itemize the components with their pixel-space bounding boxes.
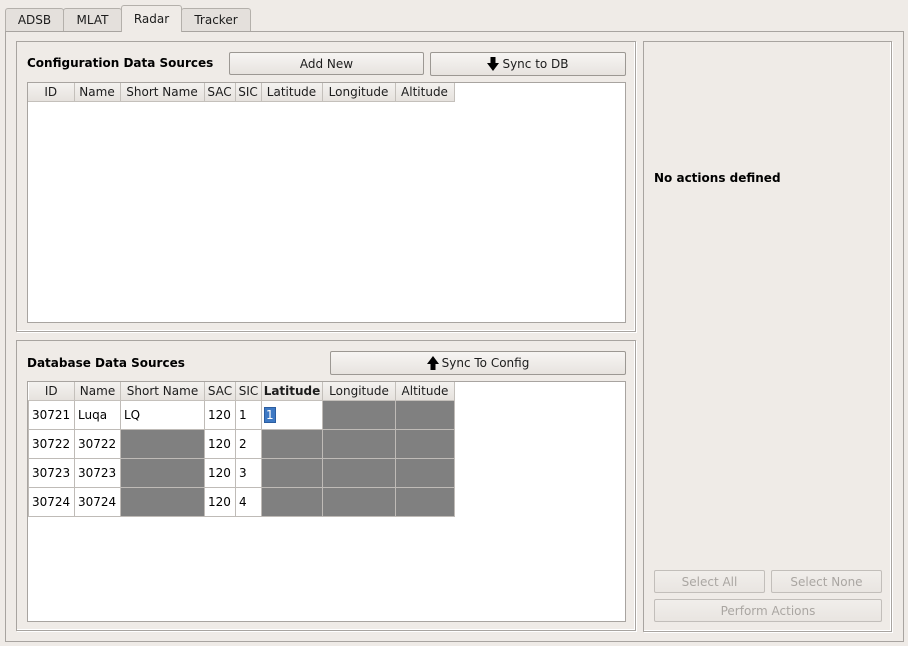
tab-radar[interactable]: Radar [121,5,182,32]
cell-name[interactable]: 30722 [74,429,121,459]
sync-to-config-label: Sync To Config [441,356,530,370]
cell-altitude[interactable] [395,487,455,517]
cell-sac[interactable]: 120 [204,400,236,430]
config-table[interactable]: ID Name Short Name SAC SIC Latitude Long… [27,82,626,323]
database-title: Database Data Sources [27,356,185,370]
cell-altitude[interactable] [395,400,455,430]
config-col-longitude[interactable]: Longitude [322,83,396,102]
perform-actions-button[interactable]: Perform Actions [654,599,882,622]
cell-id[interactable]: 30721 [28,400,75,430]
cell-latitude[interactable] [261,458,323,488]
cell-sac[interactable]: 120 [204,487,236,517]
table-row[interactable]: 30722 30722 120 2 [28,429,455,459]
cell-longitude[interactable] [322,429,396,459]
table-row[interactable]: 30721 Luqa LQ 120 1 1 [28,400,455,430]
cell-altitude[interactable] [395,458,455,488]
config-col-latitude[interactable]: Latitude [261,83,323,102]
tab-adsb[interactable]: ADSB [5,8,64,31]
cell-sic[interactable]: 4 [235,487,262,517]
cell-short-name[interactable]: LQ [120,400,205,430]
no-actions-label: No actions defined [654,171,781,185]
database-col-name[interactable]: Name [74,382,121,401]
select-none-button[interactable]: Select None [771,570,882,593]
latitude-edit-selection[interactable]: 1 [264,407,276,423]
cell-sic[interactable]: 2 [235,429,262,459]
cell-sac[interactable]: 120 [204,429,236,459]
cell-id[interactable]: 30724 [28,487,75,517]
cell-short-name[interactable] [120,487,205,517]
tab-tracker[interactable]: Tracker [181,8,251,31]
config-col-sac[interactable]: SAC [204,83,236,102]
cell-short-name[interactable] [120,458,205,488]
config-col-id[interactable]: ID [28,83,75,102]
database-col-latitude[interactable]: Latitude [261,382,323,401]
arrow-down-icon [487,57,500,71]
cell-longitude[interactable] [322,487,396,517]
sync-to-config-button[interactable]: Sync To Config [330,351,626,375]
cell-id[interactable]: 30723 [28,458,75,488]
cell-altitude[interactable] [395,429,455,459]
cell-sac[interactable]: 120 [204,458,236,488]
database-table[interactable]: ID Name Short Name SAC SIC Latitude Long… [27,381,626,622]
select-all-button[interactable]: Select All [654,570,765,593]
add-new-button[interactable]: Add New [229,52,424,75]
database-col-id[interactable]: ID [28,382,75,401]
database-col-short-name[interactable]: Short Name [120,382,205,401]
table-row[interactable]: 30724 30724 120 4 [28,487,455,517]
cell-sic[interactable]: 3 [235,458,262,488]
cell-latitude[interactable] [261,429,323,459]
cell-longitude[interactable] [322,458,396,488]
cell-name[interactable]: 30724 [74,487,121,517]
config-table-header: ID Name Short Name SAC SIC Latitude Long… [28,83,455,102]
cell-latitude-editing[interactable]: 1 [261,400,323,430]
config-col-short-name[interactable]: Short Name [120,83,205,102]
cell-name[interactable]: Luqa [74,400,121,430]
database-col-sic[interactable]: SIC [235,382,262,401]
config-col-sic[interactable]: SIC [235,83,262,102]
cell-latitude[interactable] [261,487,323,517]
config-table-grid: ID Name Short Name SAC SIC Latitude Long… [28,83,455,102]
config-col-name[interactable]: Name [74,83,121,102]
cell-longitude[interactable] [322,400,396,430]
cell-name[interactable]: 30723 [74,458,121,488]
table-row[interactable]: 30723 30723 120 3 [28,458,455,488]
sync-to-db-button[interactable]: Sync to DB [430,52,626,76]
database-col-altitude[interactable]: Altitude [395,382,455,401]
database-col-longitude[interactable]: Longitude [322,382,396,401]
actions-panel [643,41,892,632]
cell-id[interactable]: 30722 [28,429,75,459]
database-table-grid: ID Name Short Name SAC SIC Latitude Long… [28,382,455,517]
cell-sic[interactable]: 1 [235,400,262,430]
arrow-up-icon [426,356,439,370]
cell-short-name[interactable] [120,429,205,459]
config-title: Configuration Data Sources [27,56,214,70]
database-col-sac[interactable]: SAC [204,382,236,401]
tab-mlat[interactable]: MLAT [63,8,122,31]
config-col-altitude[interactable]: Altitude [395,83,455,102]
database-table-header: ID Name Short Name SAC SIC Latitude Long… [28,382,455,401]
sync-to-db-label: Sync to DB [502,57,569,71]
